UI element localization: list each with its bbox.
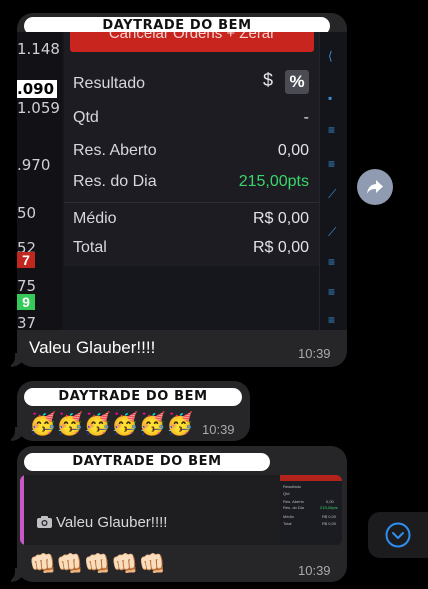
message-time: 10:39 (298, 563, 331, 578)
message-time: 10:39 (298, 346, 331, 361)
row-label-total: Total (73, 239, 107, 256)
toolbar-icon: ▪ (328, 91, 333, 105)
thumb-label: Resultado (283, 484, 302, 489)
toolbar-icon: ⟋ (328, 187, 337, 201)
chevron-down-circle-icon (385, 522, 411, 548)
side-toolbar: ⟨ ▪ ≡ ≡ ⟋ ⟋ ≡ ≡ ≡ (319, 32, 347, 330)
price-label-highlight: .090 (17, 80, 58, 98)
thumb-value: R$ 0,00 (322, 521, 337, 526)
thumb-label: Qtd (283, 491, 290, 496)
trading-screenshot[interactable]: ⟨ ▪ ≡ ≡ ⟋ ⟋ ≡ ≡ ≡ Cancelar Ordens + Zera… (17, 32, 347, 330)
thumb-value: 215,00pts (320, 505, 338, 510)
thumb-red-bar (280, 475, 342, 481)
toolbar-icon: ≡ (328, 285, 336, 299)
thumb-value: 0,00 (326, 499, 334, 504)
emoji-row: 👊🏻👊🏻👊🏻👊🏻👊🏻 (29, 551, 166, 576)
toolbar-icon: ⟨ (328, 49, 333, 63)
row-value-res-aberto: 0,00 (277, 142, 309, 159)
row-label-resultado: Resultado (73, 75, 146, 92)
scroll-to-bottom-button[interactable] (368, 512, 428, 558)
toolbar-icon: ≡ (328, 157, 336, 171)
percent-toggle: % (285, 70, 309, 94)
thumb-label: Médio (283, 514, 294, 519)
toolbar-icon: ≡ (328, 313, 336, 327)
ladder-badge-green: 9 (17, 294, 35, 310)
camera-icon (37, 515, 52, 533)
reply-accent-bar (20, 475, 24, 545)
bubble-tail (5, 427, 25, 441)
row-value-total: R$ 0,00 (252, 239, 309, 256)
price-label: 37 (17, 314, 37, 330)
row-value-res-dia: 215,00pts (238, 173, 309, 190)
row-value-qtd: - (303, 109, 309, 126)
price-label: 1.059 (17, 99, 60, 117)
price-label: 75 (17, 277, 37, 295)
thumb-label: Res. do Dia (283, 505, 304, 510)
sender-name[interactable]: DAYTRADE DO BEM (24, 453, 270, 471)
bubble-tail (5, 353, 25, 367)
message-time: 10:39 (202, 422, 235, 437)
thumb-label: Total (283, 521, 292, 526)
price-label: 50 (17, 204, 37, 222)
price-label: .970 (17, 156, 51, 174)
ladder-badge-red: 7 (17, 252, 35, 268)
row-label-res-aberto: Res. Aberto (73, 142, 157, 159)
thumb-value: R$ 0,00 (322, 514, 337, 519)
row-value-medio: R$ 0,00 (252, 210, 309, 227)
bubble-tail (5, 568, 25, 582)
toolbar-icon: ⟋ (328, 225, 337, 239)
panel-bottom (64, 266, 319, 330)
price-label: 1.148 (17, 40, 60, 58)
reply-text: Valeu Glauber!!!! (56, 514, 168, 531)
thumb-label: Res. Aberto (283, 499, 304, 504)
row-label-res-dia: Res. do Dia (73, 173, 157, 190)
row-label-medio: Médio (73, 210, 117, 227)
emoji-row: 🥳🥳🥳🥳🥳🥳 (29, 411, 194, 436)
forward-arrow-icon (367, 180, 383, 194)
forward-button[interactable] (357, 169, 393, 205)
panel-divider (64, 202, 319, 203)
toolbar-icon: ≡ (328, 123, 336, 137)
row-label-qtd: Qtd (73, 109, 99, 126)
currency-toggle: $ (263, 70, 274, 90)
cancel-orders-button: Cancelar Ordens + Zerar (70, 32, 314, 52)
reply-thumbnail: Resultado Qtd Res. Aberto 0,00 Res. do D… (280, 475, 342, 545)
toolbar-icon: ≡ (328, 255, 336, 269)
reply-preview[interactable]: Valeu Glauber!!!! Resultado Qtd Res. Abe… (20, 475, 342, 545)
sender-name[interactable]: DAYTRADE DO BEM (24, 388, 242, 406)
message-text: Valeu Glauber!!!! (29, 338, 156, 357)
